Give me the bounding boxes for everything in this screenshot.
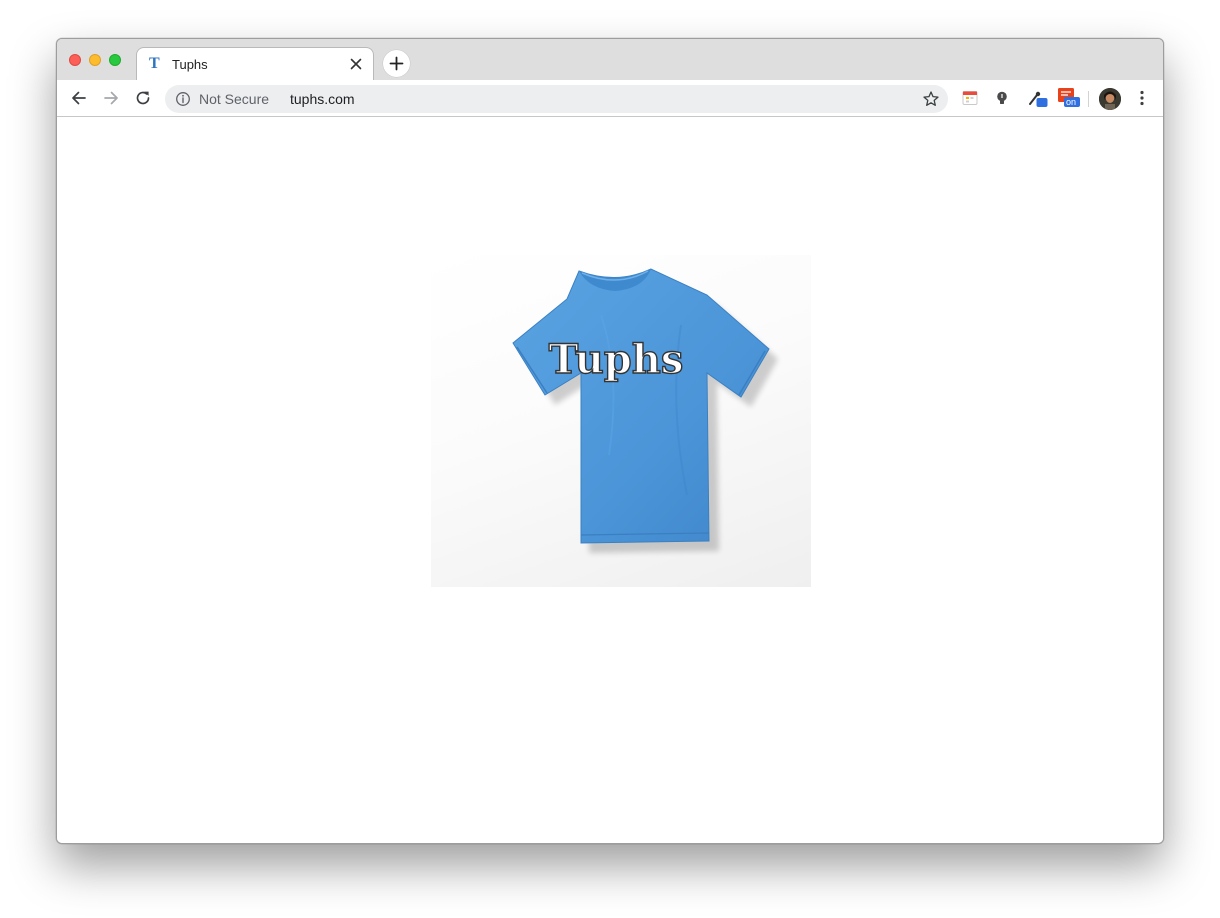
star-icon[interactable] [922,90,940,108]
title-bar: T Tuphs [57,39,1163,81]
address-bar[interactable]: Not Secure tuphs.com [165,85,948,113]
info-icon[interactable] [175,91,191,107]
browser-window: T Tuphs Not Secure tuphs.com on Tuphs [56,38,1164,844]
security-label: Not Secure [199,91,270,107]
eyedropper-extension[interactable] [1027,89,1049,107]
tab-favicon-icon: T [149,55,160,72]
minimize-window-button[interactable] [89,54,101,66]
shirt-print-text: Tuphs [549,336,684,383]
reload-icon[interactable] [133,88,153,108]
back-arrow-icon[interactable] [69,88,89,108]
product-image[interactable]: Tuphs [431,255,811,587]
tshirt-image: Tuphs [512,268,778,553]
plus-icon [389,56,404,71]
forward-arrow-icon[interactable] [101,88,121,108]
toolbar-divider [1088,91,1089,107]
avatar [1099,88,1121,110]
tab-title: Tuphs [172,57,208,72]
url-text[interactable]: tuphs.com [290,91,355,107]
profile-avatar[interactable] [1099,88,1121,110]
close-window-button[interactable] [69,54,81,66]
maximize-window-button[interactable] [109,54,121,66]
eyedropper-icon [1029,91,1048,107]
page-content: Tuphs [57,117,1163,843]
menu-dots-icon[interactable] [1132,88,1152,108]
lightbulb-extension-icon[interactable] [993,89,1011,107]
toolbar: Not Secure tuphs.com on [57,80,1163,117]
extension-badge: on [1066,97,1077,107]
calendar-extension-icon[interactable] [961,89,979,107]
close-icon[interactable] [348,56,364,72]
new-tab-button[interactable] [383,50,410,77]
tab-tuphs[interactable]: T Tuphs [136,47,374,81]
office-extension[interactable]: on [1057,88,1081,107]
